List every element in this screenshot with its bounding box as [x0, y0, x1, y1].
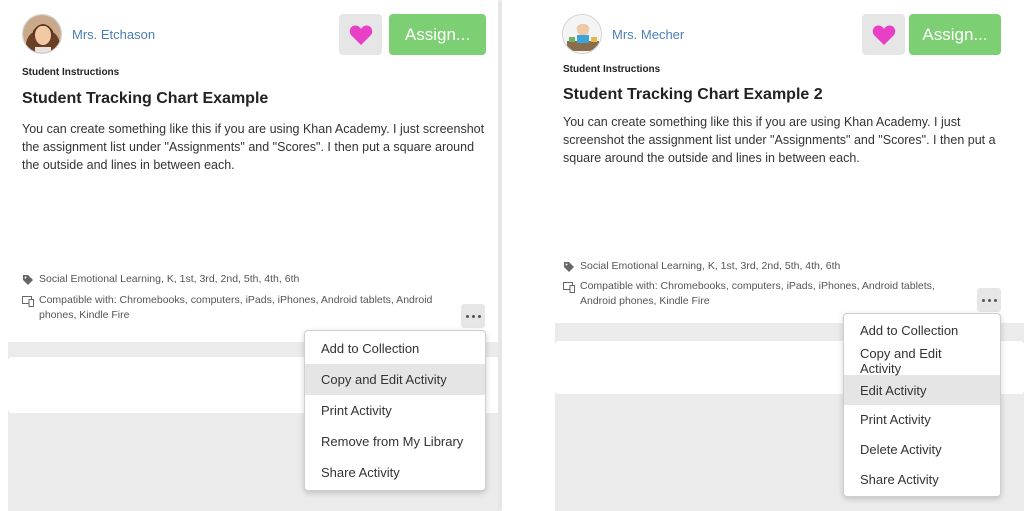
menu-item[interactable]: Add to Collection [844, 316, 1000, 346]
more-options-button[interactable] [977, 288, 1001, 312]
menu-item[interactable]: Print Activity [305, 395, 485, 426]
tags-row: Social Emotional Learning, K, 1st, 3rd, … [563, 259, 1003, 274]
assign-button[interactable]: Assign... [389, 14, 486, 55]
author-name[interactable]: Mrs. Mecher [612, 27, 684, 42]
scrollbar[interactable] [498, 0, 502, 511]
tag-icon [23, 275, 33, 285]
section-label: Student Instructions [563, 64, 661, 75]
more-icon [981, 298, 985, 302]
activity-card-panel-right: Mrs. Mecher Assign... Student Instructio… [540, 0, 1024, 511]
tag-icon [564, 262, 574, 272]
compatibility-text: Compatible with: Chromebooks, computers,… [39, 294, 433, 321]
activity-title[interactable]: Student Tracking Chart Example 2 [563, 86, 823, 104]
menu-item[interactable]: Edit Activity [844, 375, 1000, 406]
menu-item[interactable]: Copy and Edit Activity [844, 346, 1000, 376]
options-menu: Add to Collection Copy and Edit Activity P… [304, 330, 486, 491]
tags-text: Social Emotional Learning, K, 1st, 3rd, … [580, 260, 841, 272]
section-label: Student Instructions [22, 67, 120, 78]
compatibility-row: Compatible with: Chromebooks, computers,… [22, 293, 452, 323]
assign-button[interactable]: Assign... [909, 14, 1001, 55]
more-icon [465, 314, 469, 318]
favorite-button[interactable] [862, 14, 905, 55]
activity-title[interactable]: Student Tracking Chart Example [22, 90, 268, 108]
author-row[interactable]: Mrs. Etchason [22, 14, 155, 54]
menu-item[interactable]: Share Activity [844, 464, 1000, 494]
avatar[interactable] [562, 14, 602, 54]
activity-description: You can create something like this if yo… [22, 122, 485, 172]
tags-row: Social Emotional Learning, K, 1st, 3rd, … [22, 272, 472, 287]
author-row[interactable]: Mrs. Mecher [562, 14, 684, 54]
menu-item[interactable]: Add to Collection [305, 333, 485, 364]
avatar[interactable] [22, 14, 62, 54]
menu-item[interactable]: Delete Activity [844, 435, 1000, 465]
compatibility-text: Compatible with: Chromebooks, computers,… [580, 280, 935, 307]
heart-icon [872, 25, 895, 45]
more-options-button[interactable] [461, 304, 485, 328]
heart-icon [349, 25, 372, 45]
devices-icon [22, 296, 34, 307]
menu-item[interactable]: Print Activity [844, 405, 1000, 435]
menu-item[interactable]: Copy and Edit Activity [305, 364, 485, 395]
compatibility-row: Compatible with: Chromebooks, computers,… [563, 279, 973, 309]
menu-item[interactable]: Share Activity [305, 457, 485, 488]
tags-text: Social Emotional Learning, K, 1st, 3rd, … [39, 273, 300, 285]
activity-card-panel-left: Mrs. Etchason Assign... Student Instruct… [0, 0, 506, 511]
options-menu: Add to Collection Copy and Edit Activity E… [843, 313, 1001, 498]
menu-item[interactable]: Remove from My Library [305, 426, 485, 457]
activity-description: You can create something like this if yo… [563, 115, 996, 165]
favorite-button[interactable] [339, 14, 382, 55]
devices-icon [563, 282, 575, 293]
author-name[interactable]: Mrs. Etchason [72, 27, 155, 42]
